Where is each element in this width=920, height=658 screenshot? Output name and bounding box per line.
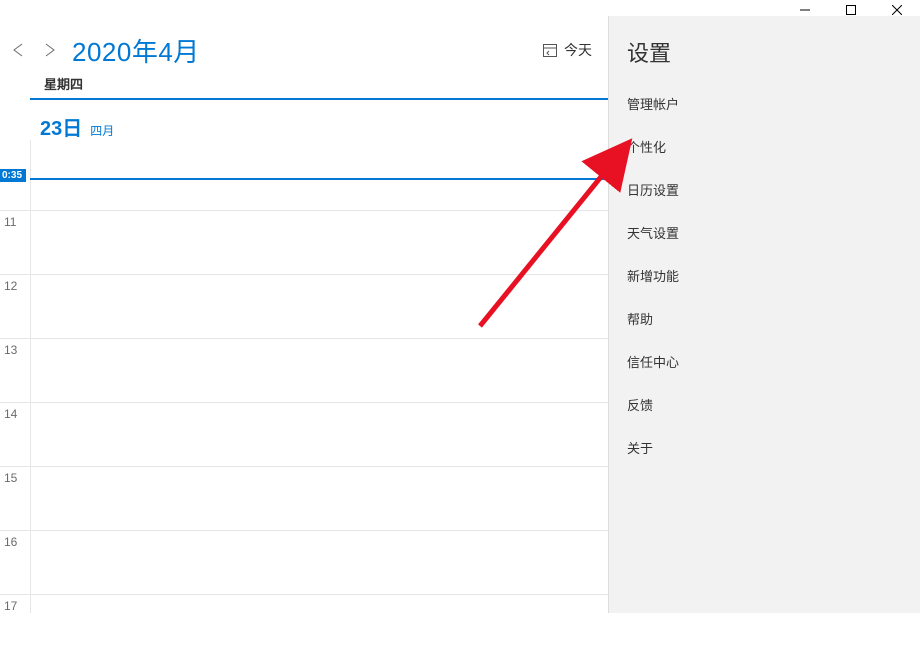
hour-label: 13 [4,343,17,357]
settings-panel: 设置 管理帐户 个性化 日历设置 天气设置 新增功能 帮助 信任中心 反馈 关于 [608,16,920,613]
settings-item-calendar-settings[interactable]: 日历设置 [609,168,920,211]
hour-label: 11 [4,215,16,229]
settings-item-feedback[interactable]: 反馈 [609,383,920,426]
settings-item-help[interactable]: 帮助 [609,297,920,340]
settings-item-manage-accounts[interactable]: 管理帐户 [609,82,920,125]
now-time-label: 0:35 [0,169,26,182]
close-button[interactable] [874,0,920,20]
hour-label: 14 [4,407,17,421]
hour-label: 12 [4,279,17,293]
window-controls [782,0,920,20]
settings-item-about[interactable]: 关于 [609,426,920,469]
next-button[interactable] [34,34,64,66]
hour-label: 17 [4,599,17,613]
today-button[interactable]: 今天 [534,36,600,64]
settings-item-weather-settings[interactable]: 天气设置 [609,211,920,254]
calendar-title: 2020年4月 [72,32,200,69]
calendar-today-icon [542,42,558,58]
today-label: 今天 [564,40,592,60]
hour-label: 15 [4,471,17,485]
date-month: 四月 [90,122,114,139]
settings-item-personalization[interactable]: 个性化 [609,125,920,168]
settings-item-whats-new[interactable]: 新增功能 [609,254,920,297]
date-number: 23日 [40,112,82,141]
settings-item-trust-center[interactable]: 信任中心 [609,340,920,383]
settings-title: 设置 [609,32,920,82]
hour-label: 16 [4,535,17,549]
maximize-button[interactable] [828,0,874,20]
prev-button[interactable] [4,34,34,66]
minimize-button[interactable] [782,0,828,20]
